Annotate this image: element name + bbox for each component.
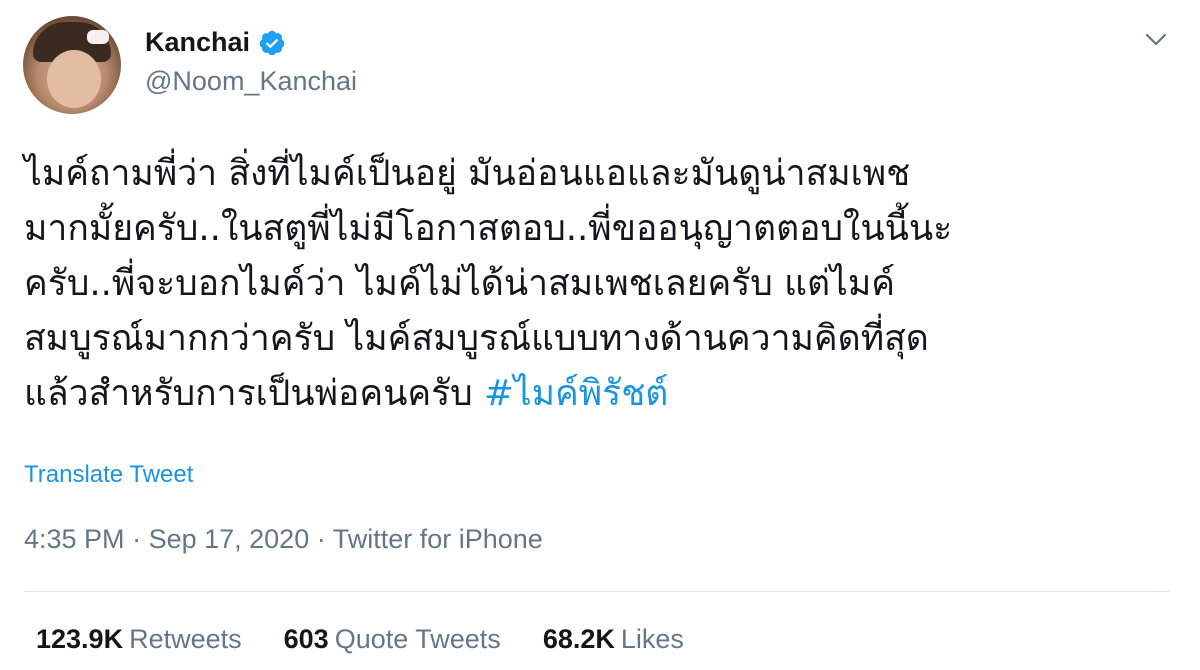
tweet-source[interactable]: Twitter for iPhone [333, 524, 543, 554]
tweet-date[interactable]: Sep 17, 2020 [149, 524, 310, 554]
tweet-line-text: แล้วสำหรับการเป็นพ่อคนครับ [24, 373, 484, 414]
retweets-count: 123.9K [36, 624, 124, 654]
quote-tweets-stat[interactable]: 603 Quote Tweets [284, 624, 501, 655]
display-name[interactable]: Kanchai [145, 27, 250, 58]
likes-stat[interactable]: 68.2K Likes [543, 624, 684, 655]
verified-badge-icon [259, 30, 285, 55]
translate-tweet-link[interactable]: Translate Tweet [24, 461, 193, 489]
avatar-face [47, 50, 101, 108]
tweet-stats: 123.9K Retweets 603 Quote Tweets 68.2K Like… [36, 624, 684, 655]
meta-separator: · [309, 524, 333, 554]
avatar-bow [87, 30, 109, 44]
likes-count: 68.2K [542, 624, 615, 654]
tweet-line: ไมค์ถามพี่ว่า สิ่งที่ไมค์เป็นอยู่ มันอ่อ… [24, 153, 911, 194]
user-handle[interactable]: @Noom_Kanchai [145, 66, 357, 97]
divider [24, 591, 1170, 592]
chevron-down-icon[interactable] [1142, 28, 1170, 50]
tweet-line: มากมั้ยครับ..ในสตูพี่ไม่มีโอกาสตอบ..พี่ข… [24, 208, 953, 249]
retweets-label: Retweets [129, 624, 242, 654]
tweet-metadata: 4:35 PM · Sep 17, 2020 · Twitter for iPh… [24, 524, 543, 555]
avatar[interactable] [23, 16, 121, 114]
meta-separator: · [124, 524, 149, 554]
tweet-text: ไมค์ถามพี่ว่า สิ่งที่ไมค์เป็นอยู่ มันอ่อ… [24, 146, 1184, 421]
likes-label: Likes [620, 624, 684, 654]
hashtag-link[interactable]: #ไมค์พิรัชต์ [484, 373, 668, 414]
tweet-line-last: แล้วสำหรับการเป็นพ่อคนครับ #ไมค์พิรัชต์ [24, 366, 1184, 421]
retweets-stat[interactable]: 123.9K Retweets [36, 624, 242, 655]
quote-tweets-count: 603 [283, 624, 329, 654]
tweet-time[interactable]: 4:35 PM [24, 524, 125, 554]
author-name-row: Kanchai [145, 27, 286, 58]
quote-tweets-label: Quote Tweets [334, 624, 501, 654]
tweet-line: สมบูรณ์มากกว่าครับ ไมค์สมบูรณ์แบบทางด้าน… [24, 318, 929, 359]
tweet-line: ครับ..พี่จะบอกไมค์ว่า ไมค์ไม่ได้น่าสมเพช… [24, 263, 896, 304]
